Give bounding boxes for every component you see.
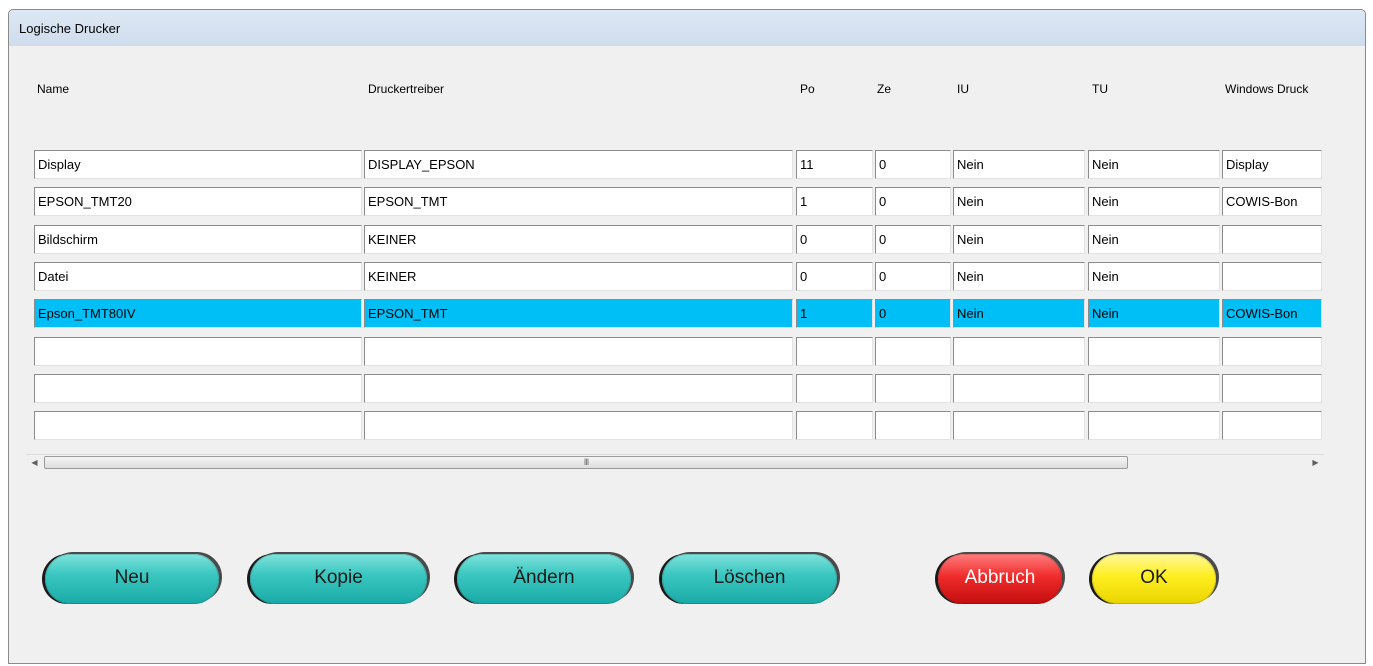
cell-name[interactable]: EPSON_TMT20: [34, 187, 362, 216]
cell-iu[interactable]: [953, 411, 1085, 440]
ok-button[interactable]: OK: [1092, 554, 1216, 604]
cell-windows-printer[interactable]: [1222, 225, 1322, 254]
cell-driver[interactable]: KEINER: [364, 225, 793, 254]
header-tu[interactable]: TU: [1092, 82, 1224, 96]
cell-ze[interactable]: 0: [875, 262, 951, 291]
cell-ze[interactable]: 0: [875, 150, 951, 179]
cell-tu[interactable]: Nein: [1088, 225, 1220, 254]
cell-driver[interactable]: [364, 337, 793, 366]
cell-tu[interactable]: [1088, 374, 1220, 403]
scrollbar-thumb[interactable]: III: [44, 456, 1128, 469]
cell-ze[interactable]: 0: [875, 187, 951, 216]
cell-ze[interactable]: [875, 411, 951, 440]
cell-tu[interactable]: Nein: [1088, 299, 1220, 328]
cell-po[interactable]: 1: [796, 299, 873, 328]
window-title: Logische Drucker: [19, 21, 121, 36]
cell-iu[interactable]: Nein: [953, 187, 1085, 216]
delete-button[interactable]: Löschen: [662, 554, 837, 604]
scroll-left-icon[interactable]: ◀: [26, 455, 43, 471]
cell-po[interactable]: [796, 337, 873, 366]
cell-tu[interactable]: Nein: [1088, 150, 1220, 179]
cell-po[interactable]: [796, 411, 873, 440]
cell-po[interactable]: 1: [796, 187, 873, 216]
cancel-button[interactable]: Abbruch: [938, 554, 1062, 604]
header-po[interactable]: Po: [800, 82, 877, 96]
cell-iu[interactable]: [953, 374, 1085, 403]
header-driver[interactable]: Druckertreiber: [368, 82, 797, 96]
cell-windows-printer[interactable]: COWIS-Bon: [1222, 187, 1322, 216]
cell-ze[interactable]: 0: [875, 299, 951, 328]
title-bar: Logische Drucker: [9, 10, 1365, 46]
cell-windows-printer[interactable]: [1222, 411, 1322, 440]
cell-name[interactable]: Epson_TMT80IV: [34, 299, 362, 328]
cell-po[interactable]: 0: [796, 262, 873, 291]
cell-iu[interactable]: Nein: [953, 225, 1085, 254]
cell-driver[interactable]: [364, 374, 793, 403]
cell-name[interactable]: [34, 337, 362, 366]
cell-windows-printer[interactable]: Display: [1222, 150, 1322, 179]
header-iu[interactable]: IU: [957, 82, 1089, 96]
cell-iu[interactable]: [953, 337, 1085, 366]
cell-tu[interactable]: Nein: [1088, 187, 1220, 216]
cell-windows-printer[interactable]: COWIS-Bon: [1222, 299, 1322, 328]
horizontal-scrollbar[interactable]: ◀ III ▶: [26, 454, 1324, 471]
cell-driver[interactable]: KEINER: [364, 262, 793, 291]
cell-ze[interactable]: 0: [875, 225, 951, 254]
header-ze[interactable]: Ze: [877, 82, 953, 96]
cell-tu[interactable]: [1088, 411, 1220, 440]
cell-name[interactable]: Bildschirm: [34, 225, 362, 254]
cell-tu[interactable]: Nein: [1088, 262, 1220, 291]
header-windows-printer[interactable]: Windows Druck: [1225, 82, 1325, 96]
cell-po[interactable]: 11: [796, 150, 873, 179]
cell-po[interactable]: 0: [796, 225, 873, 254]
cell-ze[interactable]: [875, 374, 951, 403]
cell-iu[interactable]: Nein: [953, 150, 1085, 179]
scrollbar-grip-icon: III: [583, 457, 589, 467]
cell-windows-printer[interactable]: [1222, 337, 1322, 366]
cell-windows-printer[interactable]: [1222, 374, 1322, 403]
cell-tu[interactable]: [1088, 337, 1220, 366]
cell-driver[interactable]: EPSON_TMT: [364, 299, 793, 328]
cell-iu[interactable]: Nein: [953, 262, 1085, 291]
edit-button[interactable]: Ändern: [457, 554, 631, 604]
cell-iu[interactable]: Nein: [953, 299, 1085, 328]
cell-driver[interactable]: DISPLAY_EPSON: [364, 150, 793, 179]
copy-button[interactable]: Kopie: [250, 554, 427, 604]
cell-ze[interactable]: [875, 337, 951, 366]
cell-driver[interactable]: [364, 411, 793, 440]
header-name[interactable]: Name: [37, 82, 365, 96]
cell-windows-printer[interactable]: [1222, 262, 1322, 291]
cell-name[interactable]: [34, 374, 362, 403]
cell-name[interactable]: Display: [34, 150, 362, 179]
cell-name[interactable]: [34, 411, 362, 440]
cell-name[interactable]: Datei: [34, 262, 362, 291]
cell-driver[interactable]: EPSON_TMT: [364, 187, 793, 216]
scroll-right-icon[interactable]: ▶: [1307, 455, 1324, 471]
cell-po[interactable]: [796, 374, 873, 403]
new-button[interactable]: Neu: [45, 554, 219, 604]
